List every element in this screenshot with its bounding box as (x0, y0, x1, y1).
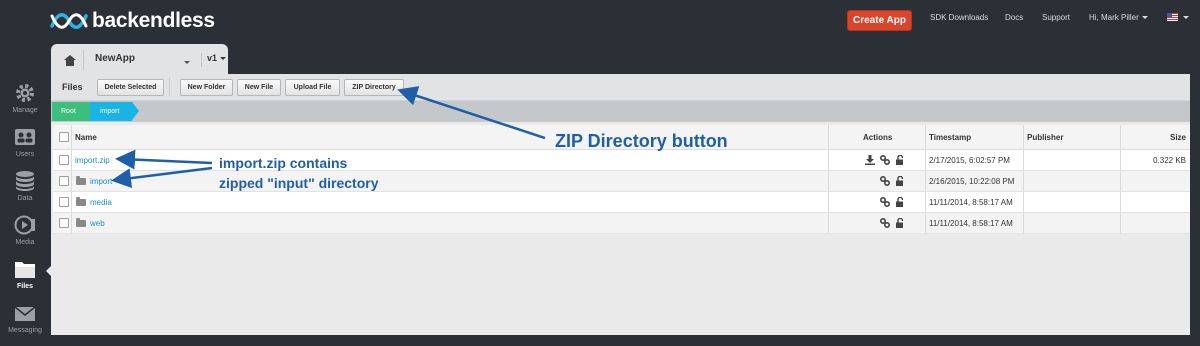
files-toolbar: Files Delete Selected New Folder New Fil… (51, 74, 1190, 101)
chevron-down-icon (220, 57, 227, 61)
app-selector-bar: NewApp v1 (51, 44, 228, 74)
unlock-icon[interactable] (895, 218, 905, 228)
select-all-checkbox[interactable] (59, 132, 69, 142)
chevron-down-icon (1183, 16, 1189, 20)
file-link[interactable]: import.zip (75, 156, 110, 165)
sdk-downloads-link[interactable]: SDK Downloads (930, 13, 988, 22)
sidebar-item-users[interactable]: Users (0, 126, 50, 170)
users-icon (15, 129, 35, 145)
folder-icon (15, 262, 35, 278)
sidebar-item-files[interactable]: Files (0, 258, 50, 302)
delete-selected-button[interactable]: Delete Selected (97, 79, 164, 96)
row-size (1124, 171, 1186, 191)
media-icon (14, 215, 35, 235)
sidebar-item-label: Files (17, 283, 33, 290)
row-timestamp: 2/16/2015, 10:22:08 PM (929, 176, 1015, 186)
link-icon[interactable] (880, 176, 890, 186)
row-timestamp: 2/17/2015, 6:02:57 PM (929, 155, 1010, 165)
link-icon[interactable] (880, 155, 890, 165)
download-icon[interactable] (865, 155, 875, 165)
docs-link[interactable]: Docs (1005, 13, 1023, 22)
logo-wave-icon (50, 13, 88, 29)
files-panel: Files Delete Selected New Folder New Fil… (51, 74, 1190, 335)
row-timestamp: 11/11/2014, 8:58:17 AM (929, 197, 1013, 207)
app-name-select[interactable]: NewApp (95, 53, 135, 64)
row-checkbox[interactable] (59, 176, 69, 186)
annotation-zip-button: ZIP Directory button (555, 131, 728, 151)
row-size (1124, 213, 1186, 233)
unlock-icon[interactable] (895, 155, 905, 165)
row-timestamp: 11/11/2014, 8:58:17 AM (929, 218, 1013, 228)
row-checkbox[interactable] (59, 155, 69, 165)
folder-icon (76, 217, 86, 227)
header-timestamp[interactable]: Timestamp (929, 125, 971, 149)
header-publisher[interactable]: Publisher (1027, 125, 1063, 149)
row-actions (865, 150, 905, 170)
link-icon[interactable] (880, 218, 890, 228)
user-name: Hi, Mark Piller (1089, 13, 1139, 22)
unlock-icon[interactable] (895, 197, 905, 207)
language-caret[interactable] (1180, 13, 1189, 22)
upload-file-button[interactable]: Upload File (285, 79, 340, 96)
us-flag-icon[interactable] (1167, 13, 1178, 21)
chevron-down-icon[interactable] (181, 54, 190, 72)
database-icon (16, 171, 34, 191)
sidebar-item-label: Data (17, 195, 33, 202)
row-checkbox[interactable] (59, 218, 69, 228)
new-file-button[interactable]: New File (237, 79, 281, 96)
header-name[interactable]: Name (75, 125, 97, 149)
header-size[interactable]: Size (1124, 125, 1186, 149)
backendless-logo[interactable]: backendless (50, 8, 215, 34)
new-folder-button[interactable]: New Folder (180, 79, 233, 96)
page-title: Files (62, 82, 83, 92)
support-link[interactable]: Support (1042, 13, 1070, 22)
top-bar: backendless Create App SDK Downloads Doc… (0, 0, 1200, 44)
sidebar-item-label: Manage (12, 107, 38, 114)
create-app-button[interactable]: Create App (847, 10, 912, 31)
sidebar-item-data[interactable]: Data (0, 170, 50, 214)
sidebar: Manage Users Data Media Files Messaging (0, 44, 50, 335)
sidebar-item-label: Users (15, 151, 35, 158)
zip-directory-button[interactable]: ZIP Directory (344, 79, 404, 96)
sidebar-item-manage[interactable]: Manage (0, 82, 50, 126)
user-menu[interactable]: Hi, Mark Piller (1089, 13, 1148, 22)
row-actions (880, 192, 905, 212)
folder-link[interactable]: import (90, 177, 112, 186)
sidebar-item-label: Media (15, 239, 35, 246)
sidebar-item-media[interactable]: Media (0, 214, 50, 258)
folder-icon (76, 196, 86, 206)
table-row[interactable]: web 11/11/2014, 8:58:17 AM (53, 213, 1190, 234)
unlock-icon[interactable] (895, 176, 905, 186)
header-actions: Actions (863, 132, 893, 142)
row-size: 0.322 KB (1153, 155, 1186, 165)
annotation-contains-line2: zipped "input" directory (219, 175, 379, 191)
home-button[interactable] (57, 50, 84, 70)
folder-icon (76, 175, 86, 185)
sidebar-item-messaging[interactable]: Messaging (0, 302, 50, 346)
breadcrumb-root[interactable]: Root (52, 102, 97, 121)
row-checkbox[interactable] (59, 197, 69, 207)
app-name: NewApp (95, 53, 135, 64)
table-row[interactable]: media 11/11/2014, 8:58:17 AM (53, 192, 1190, 213)
logo-text: backendless (92, 9, 215, 32)
toolbar-divider (169, 78, 170, 96)
row-size (1124, 192, 1186, 212)
link-icon[interactable] (880, 197, 890, 207)
breadcrumb-current[interactable]: import (90, 102, 139, 121)
folder-link[interactable]: media (90, 198, 112, 207)
row-actions (880, 213, 905, 233)
mail-icon (14, 306, 36, 321)
version-label: v1 (207, 53, 218, 63)
annotation-contains-line1: import.zip contains (219, 155, 348, 171)
chevron-down-icon (1141, 16, 1148, 20)
breadcrumb: Root import (51, 101, 1190, 122)
folder-link[interactable]: web (90, 219, 105, 228)
version-select[interactable]: v1 (201, 53, 227, 67)
sidebar-item-label: Messaging (8, 327, 42, 334)
home-icon (64, 54, 76, 66)
gear-icon (16, 84, 34, 102)
row-actions (880, 171, 905, 191)
